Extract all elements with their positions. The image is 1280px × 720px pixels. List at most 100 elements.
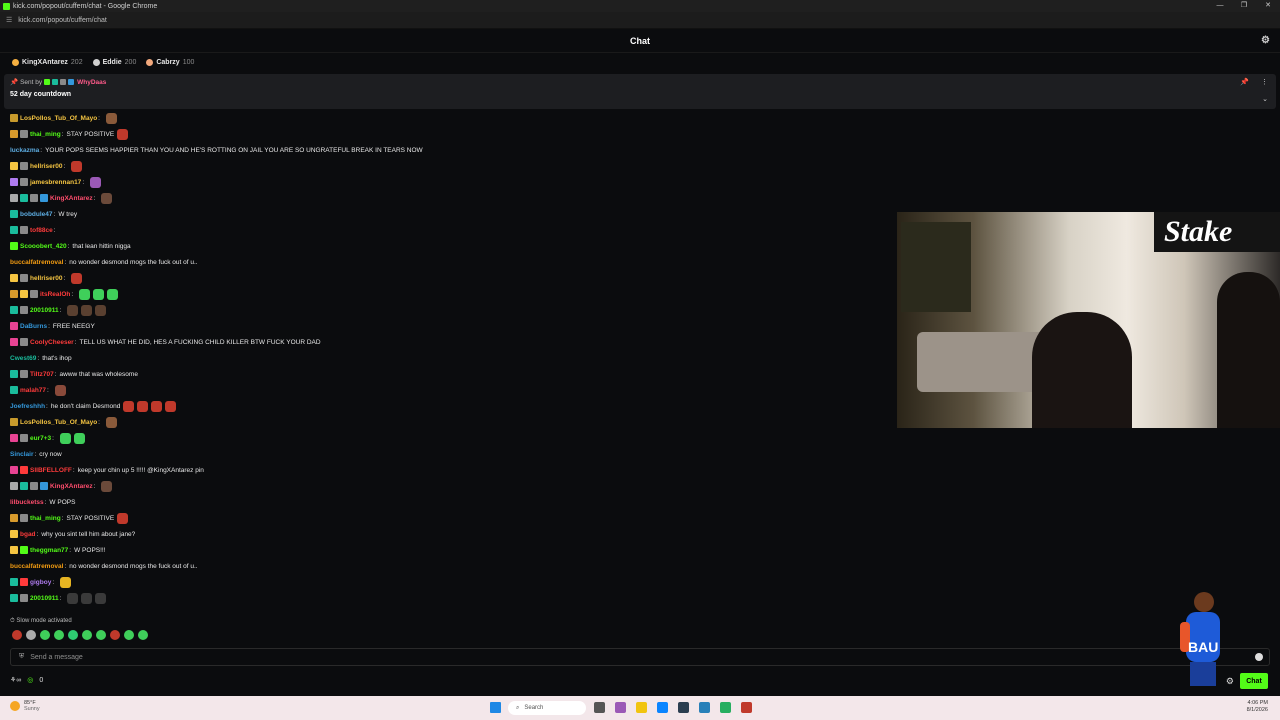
chat-username[interactable]: LosPollos_Tub_Of_Mayo: [20, 115, 97, 122]
unpin-icon[interactable]: 📌: [1240, 78, 1249, 86]
chat-message[interactable]: LosPollos_Tub_Of_Mayo:: [0, 414, 890, 430]
points-icon[interactable]: ◎: [27, 676, 33, 684]
message-input[interactable]: ⛨ Send a message: [10, 648, 1270, 666]
chat-settings-icon[interactable]: ⚙: [1226, 676, 1234, 687]
leaderboard-entry[interactable]: KingXAntarez 202: [12, 58, 83, 66]
leaderboard-entry[interactable]: Cabrzy 100: [146, 58, 194, 66]
file-explorer-icon[interactable]: [636, 702, 647, 713]
copilot-icon[interactable]: [615, 702, 626, 713]
stream-video[interactable]: Stake: [897, 212, 1280, 428]
chat-message[interactable]: luckazma: YOUR POPS SEEMS HAPPIER THAN YO…: [0, 142, 890, 158]
chat-message[interactable]: KingXAntarez:: [0, 190, 890, 206]
site-settings-icon[interactable]: ☰: [6, 16, 12, 24]
chat-message[interactable]: hellriser00:: [0, 270, 890, 286]
chat-username[interactable]: LosPollos_Tub_Of_Mayo: [20, 419, 97, 426]
chat-username[interactable]: buccalfatremoval: [10, 259, 63, 266]
chat-message[interactable]: buccalfatremoval: no wonder desmond mogs …: [0, 558, 890, 574]
more-options-icon[interactable]: ⋮: [1261, 78, 1268, 86]
emote-icon[interactable]: [54, 630, 64, 640]
emote-icon[interactable]: [26, 630, 36, 640]
maximize-icon[interactable]: ❐: [1232, 0, 1256, 12]
chevron-down-icon[interactable]: ⌄: [1262, 95, 1268, 103]
chat-username[interactable]: jamesbrennan17: [30, 179, 81, 186]
chat-username[interactable]: eur7+3: [30, 435, 51, 442]
chat-message[interactable]: 20010911:: [0, 302, 890, 318]
user-settings-icon[interactable]: ⚙: [1261, 35, 1270, 46]
pinned-message[interactable]: 📌 Sent by WhyDaas 52 day countdown 📌 ⋮ ⌄: [4, 74, 1276, 109]
chat-message[interactable]: bgad: why you sint tell him about jane?: [0, 526, 890, 542]
chat-message[interactable]: eur7+3:: [0, 430, 890, 446]
chat-username[interactable]: 20010911: [30, 595, 59, 602]
chat-message[interactable]: CoolyCheeser: TELL US WHAT HE DID, HES A …: [0, 334, 890, 350]
chat-username[interactable]: Cwest69: [10, 355, 36, 362]
emote-icon[interactable]: [68, 630, 78, 640]
chat-username[interactable]: KingXAntarez: [50, 195, 93, 202]
system-clock[interactable]: 4:06 PM 8/1/2026: [1247, 700, 1268, 714]
minimize-icon[interactable]: —: [1208, 0, 1232, 12]
chat-message[interactable]: thai_ming: STAY POSITIVE: [0, 510, 890, 526]
chat-message[interactable]: hellriser00:: [0, 158, 890, 174]
chat-message[interactable]: Tiltz707: awww that was wholesome: [0, 366, 890, 382]
chat-username[interactable]: DaBurns: [20, 323, 47, 330]
taskbar-search[interactable]: ⌕ Search: [508, 701, 586, 715]
chat-message[interactable]: gigboy:: [0, 574, 890, 590]
infinity-icon[interactable]: ⚘∞: [10, 676, 21, 684]
chat-message[interactable]: buccalfatremoval: no wonder desmond mogs …: [0, 254, 890, 270]
emote-icon[interactable]: [82, 630, 92, 640]
emoji-picker-icon[interactable]: [1255, 653, 1263, 661]
chat-username[interactable]: bgad: [20, 531, 36, 538]
edge-icon[interactable]: [657, 702, 668, 713]
chat-username[interactable]: buccalfatremoval: [10, 563, 63, 570]
chat-username[interactable]: Tiltz707: [30, 371, 54, 378]
emote-icon[interactable]: [12, 630, 22, 640]
chat-username[interactable]: Joefreshhh: [10, 403, 45, 410]
mail-icon[interactable]: [699, 702, 710, 713]
send-chat-button[interactable]: Chat: [1240, 673, 1268, 689]
chat-message[interactable]: tof88ce:: [0, 222, 890, 238]
chat-message[interactable]: lilbucketss: W POPS: [0, 494, 890, 510]
chat-message[interactable]: LosPollos_Tub_Of_Mayo:: [0, 110, 890, 126]
chat-message[interactable]: Sinclair: cry now: [0, 446, 890, 462]
store-icon[interactable]: [678, 702, 689, 713]
chrome-icon[interactable]: [720, 702, 731, 713]
chat-username[interactable]: bobdule47: [20, 211, 53, 218]
emote-icon[interactable]: [96, 630, 106, 640]
chat-username[interactable]: tof88ce: [30, 227, 53, 234]
chat-username[interactable]: hellriser00: [30, 163, 63, 170]
emote-icon[interactable]: [124, 630, 134, 640]
chat-username[interactable]: Sinclair: [10, 451, 33, 458]
chat-messages[interactable]: LosPollos_Tub_Of_Mayo: thai_ming: STAY POS…: [0, 110, 890, 616]
emote-icon[interactable]: [110, 630, 120, 640]
chat-message[interactable]: bobdule47: W trey: [0, 206, 890, 222]
chat-username[interactable]: luckazma: [10, 147, 39, 154]
chat-username[interactable]: theggman77: [30, 547, 68, 554]
chat-username[interactable]: gigboy: [30, 579, 51, 586]
chat-message[interactable]: Joefreshhh: he don't claim Desmond: [0, 398, 890, 414]
windows-start-icon[interactable]: [490, 702, 501, 713]
chat-message[interactable]: DaBurns: FREE NEEGY: [0, 318, 890, 334]
chat-message[interactable]: malah77:: [0, 382, 890, 398]
chat-username[interactable]: Scooobert_420: [20, 243, 67, 250]
chat-username[interactable]: malah77: [20, 387, 46, 394]
app-icon[interactable]: [741, 702, 752, 713]
chat-username[interactable]: itsRealOh: [40, 291, 70, 298]
chat-username[interactable]: lilbucketss: [10, 499, 44, 506]
emote-icon[interactable]: [40, 630, 50, 640]
chat-username[interactable]: SIIBFELLOFF: [30, 467, 72, 474]
chat-message[interactable]: Cwest69: that's ihop: [0, 350, 890, 366]
chat-message[interactable]: theggman77: W POPS!!!: [0, 542, 890, 558]
close-icon[interactable]: ✕: [1256, 0, 1280, 12]
chat-username[interactable]: hellriser00: [30, 275, 63, 282]
leaderboard-entry[interactable]: Eddie 200: [92, 58, 136, 66]
chat-message[interactable]: thai_ming: STAY POSITIVE: [0, 126, 890, 142]
chat-username[interactable]: 20010911: [30, 307, 59, 314]
address-bar[interactable]: ☰ kick.com/popout/cuffem/chat: [0, 12, 1280, 29]
chat-message[interactable]: jamesbrennan17:: [0, 174, 890, 190]
chat-message[interactable]: itsRealOh:: [0, 286, 890, 302]
chat-message[interactable]: 20010911:: [0, 590, 890, 606]
chat-username[interactable]: KingXAntarez: [50, 483, 93, 490]
chat-username[interactable]: thai_ming: [30, 515, 61, 522]
chat-message[interactable]: Scooobert_420: that lean hittin nigga: [0, 238, 890, 254]
chat-message[interactable]: SIIBFELLOFF: keep your chin up 5 !!!!! @K…: [0, 462, 890, 478]
chat-username[interactable]: CoolyCheeser: [30, 339, 74, 346]
